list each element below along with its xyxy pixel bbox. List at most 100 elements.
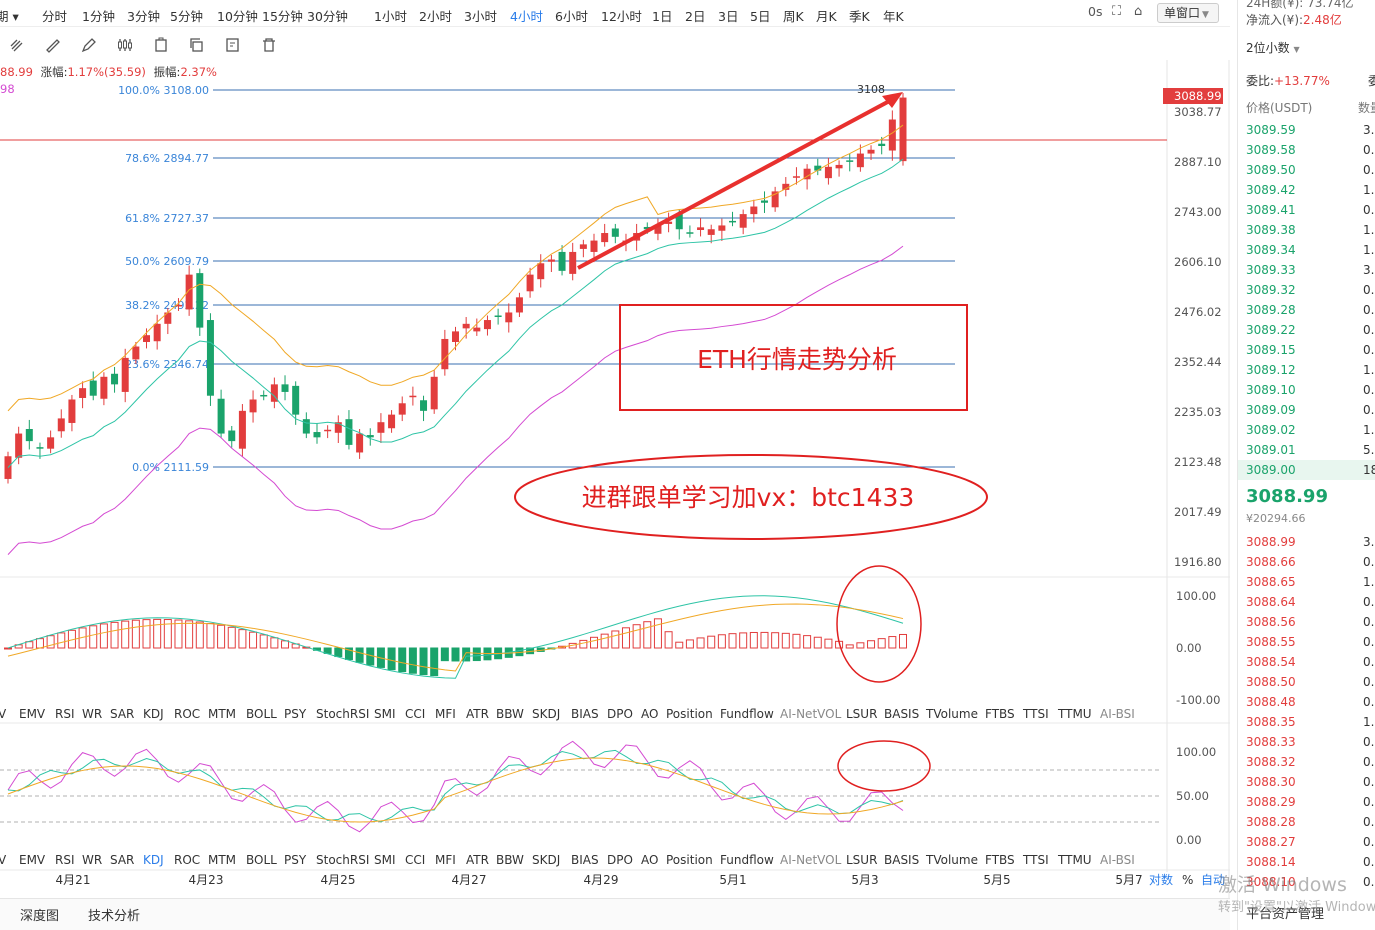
timeframe-2[interactable]: 3分钟: [127, 6, 160, 25]
ask-row[interactable]: 3088.66 0.: [1238, 552, 1375, 572]
bid-row[interactable]: 3089.09 0.: [1238, 400, 1375, 420]
last-price-cny: ¥20294.66: [1246, 512, 1306, 525]
timeframe-17[interactable]: 周K: [783, 6, 804, 25]
copy-icon[interactable]: [152, 37, 170, 53]
candle: [494, 315, 502, 318]
candles-icon[interactable]: [116, 37, 134, 53]
bid-row[interactable]: 3089.42 1.: [1238, 180, 1375, 200]
bid-row[interactable]: 3089.50 0.: [1238, 160, 1375, 180]
bid-row[interactable]: 3089.33 3.: [1238, 260, 1375, 280]
timeframe-14[interactable]: 2日: [685, 6, 705, 25]
candle: [281, 384, 289, 392]
layers-icon[interactable]: [188, 37, 206, 53]
ask-row[interactable]: 3088.28 0.: [1238, 812, 1375, 832]
timeframe-20[interactable]: 年K: [883, 6, 904, 25]
timeframe-8[interactable]: 2小时: [419, 6, 452, 25]
bid-row[interactable]: 3089.22 0.: [1238, 320, 1375, 340]
timeframe-9[interactable]: 3小时: [464, 6, 497, 25]
ask-row[interactable]: 3088.30 0.: [1238, 772, 1375, 792]
window-mode-select[interactable]: 单窗口 ▼: [1157, 3, 1219, 23]
macd-bar: [334, 647, 343, 658]
macd-bar: [579, 639, 588, 649]
bid-row[interactable]: 3089.34 1.: [1238, 240, 1375, 260]
ask-row[interactable]: 3088.99 3.: [1238, 532, 1375, 552]
macd-bar: [877, 638, 886, 649]
candle: [846, 160, 854, 162]
bid-row[interactable]: 3089.41 0.: [1238, 200, 1375, 220]
pen-icon[interactable]: [80, 37, 98, 53]
ask-row[interactable]: 3088.50 0.: [1238, 672, 1375, 692]
bid-row[interactable]: 3089.0018.: [1238, 460, 1375, 480]
timeframe-1[interactable]: 1分钟: [82, 6, 115, 25]
bid-row[interactable]: 3089.58 0.: [1238, 140, 1375, 160]
timeframe-12[interactable]: 12小时: [601, 6, 642, 25]
ask-row[interactable]: 3088.54 0.: [1238, 652, 1375, 672]
indicator-tab-roc: ROC: [174, 707, 200, 721]
bid-row[interactable]: 3089.28 0.: [1238, 300, 1375, 320]
timeframe-13[interactable]: 1日: [652, 6, 672, 25]
decimals-select[interactable]: 2位小数 ▼: [1246, 39, 1300, 56]
timeframe-4[interactable]: 10分钟: [217, 6, 258, 25]
candle: [867, 149, 875, 154]
ask-row[interactable]: 3088.27 0.: [1238, 832, 1375, 852]
bid-row[interactable]: 3089.15 0.: [1238, 340, 1375, 360]
ask-row[interactable]: 3088.56 0.: [1238, 612, 1375, 632]
ask-row[interactable]: 3088.65 1.: [1238, 572, 1375, 592]
indicator-tab-mfi: MFI: [435, 707, 456, 721]
timeframe-3[interactable]: 5分钟: [170, 6, 203, 25]
timeframe-0[interactable]: 分时: [42, 6, 67, 25]
candlestick-chart[interactable]: 3038.77 2887.10 2743.00 2606.10 2476.02 2352.…: [0, 60, 1230, 898]
indicator-tab-kdj: KDJ: [143, 707, 164, 721]
bid-row[interactable]: 3089.01 5.: [1238, 440, 1375, 460]
macd-bar: [888, 636, 897, 649]
tab-technical-analysis[interactable]: 技术分析: [88, 905, 140, 924]
ask-row[interactable]: 3088.32 0.: [1238, 752, 1375, 772]
macd-dif-line: [7, 595, 904, 679]
candle: [750, 206, 758, 215]
tab-depth-chart[interactable]: 深度图: [20, 905, 59, 924]
bid-row[interactable]: 3089.32 0.: [1238, 280, 1375, 300]
macd-bar: [195, 621, 204, 649]
candle: [601, 233, 609, 243]
macd-bar: [153, 618, 162, 649]
ask-row[interactable]: 3088.29 0.: [1238, 792, 1375, 812]
bid-row[interactable]: 3089.02 1.: [1238, 420, 1375, 440]
bid-row[interactable]: 3089.12 1.: [1238, 360, 1375, 380]
fib-label: 78.6% 2894.77: [125, 152, 209, 165]
timeframe-10[interactable]: 4小时: [510, 6, 543, 25]
chevron-down-icon: ▼: [1202, 10, 1209, 20]
ask-row[interactable]: 3088.48 0.: [1238, 692, 1375, 712]
fullscreen-icon[interactable]: ⛶: [1112, 4, 1121, 19]
indicator-tab-dpo: DPO: [607, 853, 633, 867]
indicator-tab-ttmu: TTMU: [1057, 853, 1092, 867]
bid-row[interactable]: 3089.10 0.: [1238, 380, 1375, 400]
bid-row[interactable]: 3089.59 3.: [1238, 120, 1375, 140]
ask-row[interactable]: 3088.64 0.: [1238, 592, 1375, 612]
indicator-tab-bias: BIAS: [571, 707, 599, 721]
timeframe-16[interactable]: 5日: [750, 6, 770, 25]
orderbook-panel: 24H额(¥): 73.74亿 净流入(¥):2.48亿 2位小数 ▼ 委比:+13.…: [1237, 0, 1375, 930]
timeframe-19[interactable]: 季K: [849, 6, 870, 25]
camera-icon[interactable]: ⌂: [1134, 4, 1142, 19]
timeframe-18[interactable]: 月K: [816, 6, 837, 25]
ask-row[interactable]: 3088.35 1.: [1238, 712, 1375, 732]
timeframe-15[interactable]: 3日: [718, 6, 738, 25]
timeframe-5[interactable]: 15分钟: [262, 6, 303, 25]
ask-row[interactable]: 3088.14 0.: [1238, 852, 1375, 872]
trash-icon[interactable]: [260, 37, 278, 53]
price-tick: 2606.10: [1174, 255, 1222, 269]
timeframe-6[interactable]: 30分钟: [307, 6, 348, 25]
magnet-icon[interactable]: [8, 37, 26, 53]
macd-tick: 0.00: [1176, 641, 1202, 655]
ruler-icon[interactable]: [44, 37, 62, 53]
candle: [25, 429, 33, 442]
ask-row[interactable]: 3088.33 0.: [1238, 732, 1375, 752]
ask-row[interactable]: 3088.55 0.: [1238, 632, 1375, 652]
macd-bar: [408, 647, 417, 674]
timeframe-11[interactable]: 6小时: [555, 6, 588, 25]
macd-bar: [685, 639, 694, 649]
candle: [824, 166, 832, 179]
bid-row[interactable]: 3089.38 1.: [1238, 220, 1375, 240]
timeframe-7[interactable]: 1小时: [374, 6, 407, 25]
edit-icon[interactable]: [224, 37, 242, 53]
